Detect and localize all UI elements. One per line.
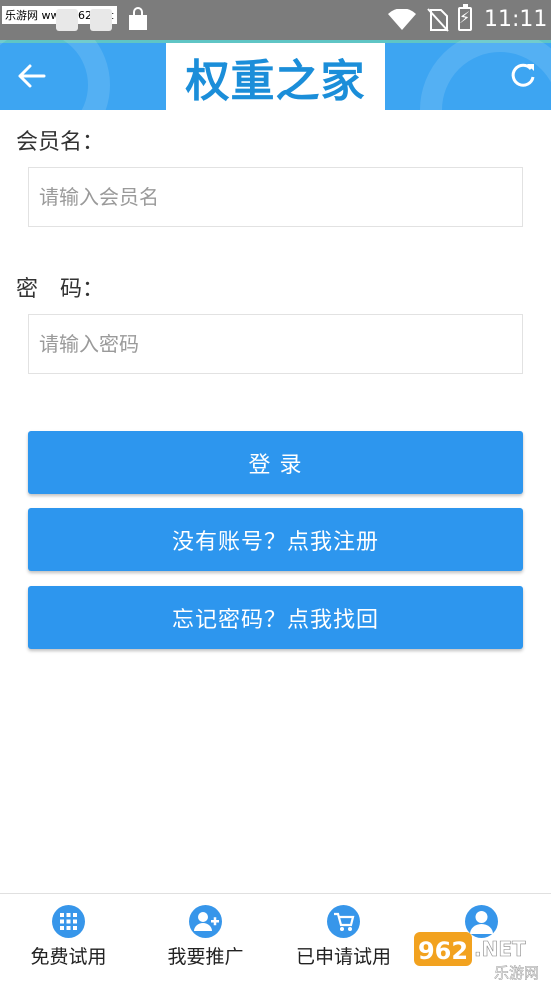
watermark-suffix: .NET (474, 937, 526, 961)
status-bar: 乐游网 www.962.net ⚡ 11:11 (0, 0, 551, 40)
notification-icon (56, 9, 78, 31)
password-input[interactable] (29, 315, 522, 373)
cart-icon (327, 905, 360, 938)
logo-text: 权重之家 (185, 55, 366, 107)
tab-label: 免费试用 (30, 946, 107, 968)
app-header: 权重之家 (0, 40, 551, 110)
login-button[interactable]: 登 录 (28, 431, 523, 494)
status-time: 11:11 (484, 7, 548, 32)
tab-label: 我要推广 (167, 946, 244, 968)
battery-charging-icon: ⚡ (458, 4, 472, 31)
password-field[interactable] (28, 314, 523, 374)
username-label: 会员名： (16, 130, 105, 155)
no-sim-icon (427, 8, 449, 32)
wifi-icon (388, 9, 416, 30)
username-input[interactable] (29, 168, 522, 226)
site-watermark-logo: 962 .NET 乐游网 (414, 932, 539, 981)
register-button[interactable]: 没有账号？点我注册 (28, 508, 523, 571)
shopping-bag-icon (129, 7, 147, 30)
add-user-icon (189, 905, 222, 938)
refresh-icon[interactable] (506, 58, 540, 92)
app-logo: 权重之家 (166, 43, 385, 110)
tab-free-trial[interactable]: 免费试用 (0, 894, 137, 981)
password-label: 密 码： (16, 277, 105, 302)
watermark-number: 962 (418, 937, 468, 965)
arrow-left-icon[interactable] (14, 58, 50, 94)
grid-icon (52, 905, 85, 938)
recover-password-button[interactable]: 忘记密码？点我找回 (28, 586, 523, 649)
tab-applied-trials[interactable]: 已申请试用 (275, 894, 412, 981)
username-field[interactable] (28, 167, 523, 227)
notification-icon (90, 9, 112, 31)
tab-label: 已申请试用 (295, 946, 391, 968)
tab-promote[interactable]: 我要推广 (137, 894, 274, 981)
watermark-name: 乐游网 (494, 964, 539, 981)
